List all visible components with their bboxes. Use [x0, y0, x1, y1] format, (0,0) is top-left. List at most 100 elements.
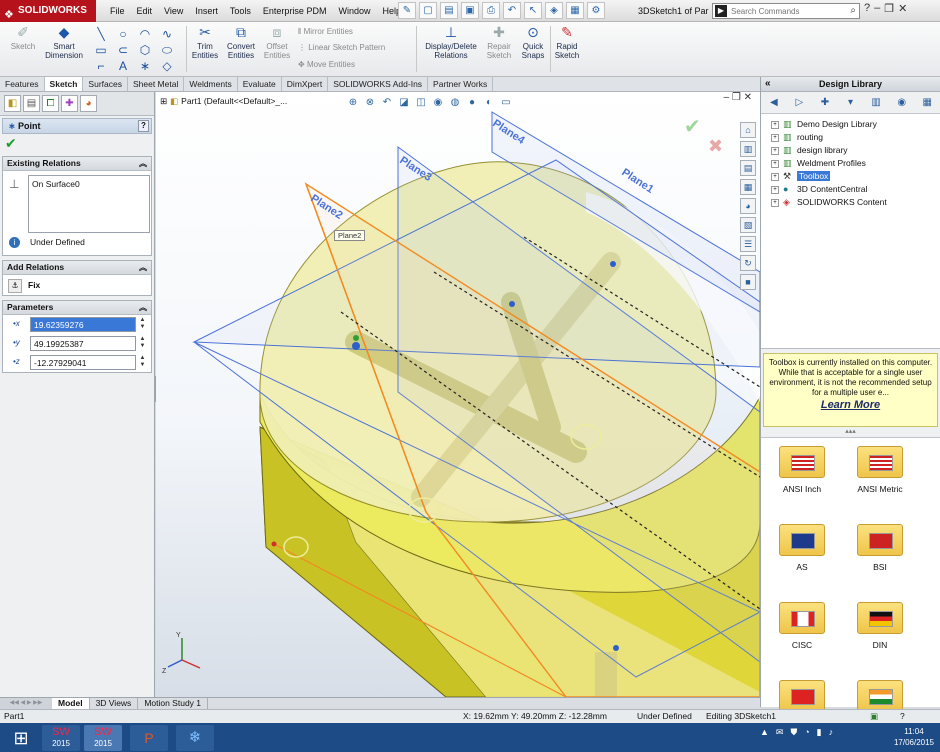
tray-battery-icon[interactable]: ▮: [817, 727, 822, 738]
library-splitter[interactable]: ▴▴▴: [761, 427, 940, 437]
tab-dimxpert[interactable]: DimXpert: [282, 77, 329, 91]
smart-dimension-button[interactable]: ◆ Smart Dimension: [42, 24, 86, 60]
rebuild-icon[interactable]: ◈: [545, 2, 563, 19]
undo-icon[interactable]: ↶: [503, 2, 521, 19]
folder-ansi-metric[interactable]: ANSI Metric: [841, 446, 919, 494]
tab-motion-study-1[interactable]: Motion Study 1: [138, 698, 209, 709]
help-icon[interactable]: ?: [864, 2, 870, 15]
quick-snaps-button[interactable]: ⊙ Quick Snaps: [516, 24, 550, 60]
tab-3d-views[interactable]: 3D Views: [90, 698, 139, 709]
circle-icon[interactable]: ○: [112, 26, 134, 42]
y-coordinate-input[interactable]: [30, 336, 136, 351]
repair-sketch-button[interactable]: ✚ Repair Sketch: [482, 24, 516, 60]
fillet-icon[interactable]: ⌐: [90, 58, 112, 74]
tab-weldments[interactable]: Weldments: [184, 77, 238, 91]
open-icon[interactable]: ▤: [440, 2, 458, 19]
move-entities-button[interactable]: ✥ Move Entities: [298, 60, 355, 69]
tab-partner-works[interactable]: Partner Works: [428, 77, 494, 91]
tree-item[interactable]: + ● 3D ContentCentral: [761, 183, 940, 196]
print-icon[interactable]: ⎙: [482, 2, 500, 19]
tree-item[interactable]: + ▥ Demo Design Library: [761, 118, 940, 131]
configuration-manager-icon[interactable]: ⧠: [42, 95, 59, 112]
back-icon[interactable]: ◀: [767, 95, 781, 110]
tree-item[interactable]: + ▥ routing: [761, 131, 940, 144]
learn-more-link[interactable]: Learn More: [767, 400, 934, 411]
collapse-pane-icon[interactable]: «: [765, 77, 771, 91]
taskbar-clock[interactable]: 11:04 17/06/2015: [894, 726, 934, 748]
view-palette-icon[interactable]: ▦: [740, 179, 756, 195]
refresh-icon[interactable]: ▦: [920, 95, 934, 110]
taskbar-solidworks-2[interactable]: SW 2015: [84, 725, 122, 751]
menu-view[interactable]: View: [158, 0, 189, 22]
create-new-folder-icon[interactable]: ◉: [895, 95, 909, 110]
search-input[interactable]: [731, 5, 841, 17]
line-icon[interactable]: ╲: [90, 26, 112, 42]
text-icon[interactable]: A: [112, 58, 134, 74]
tray-wifi-icon[interactable]: ◔: [804, 727, 809, 738]
tray-mail-icon[interactable]: ✉: [776, 727, 784, 738]
expand-icon[interactable]: +: [771, 173, 779, 181]
rebuild-status-icon[interactable]: ▣: [870, 710, 878, 723]
point-icon[interactable]: ∗: [134, 58, 156, 74]
search-commands[interactable]: ▶ ⌕: [712, 3, 860, 19]
custom-properties-icon[interactable]: ▧: [740, 217, 756, 233]
spinner-icon[interactable]: ▲ ▼: [138, 355, 147, 370]
confirm-cancel-icon[interactable]: ✖: [708, 136, 723, 157]
menu-file[interactable]: File: [104, 0, 131, 22]
minimize-icon[interactable]: ‒: [724, 92, 730, 103]
search-icon[interactable]: ⌕: [850, 5, 856, 16]
section-view-icon[interactable]: ◪: [397, 96, 411, 110]
collapse-icon[interactable]: ︽: [139, 261, 147, 274]
zoom-to-fit-icon[interactable]: ⊕: [346, 96, 360, 110]
plane-icon[interactable]: ◇: [156, 58, 178, 74]
polygon-icon[interactable]: ⬡: [134, 42, 156, 58]
menu-edit[interactable]: Edit: [131, 0, 159, 22]
forum-icon[interactable]: ☰: [740, 236, 756, 252]
property-manager-icon[interactable]: ▤: [23, 95, 40, 112]
slot-icon[interactable]: ⊂: [112, 42, 134, 58]
display-manager-icon[interactable]: ◕: [80, 95, 97, 112]
relations-list[interactable]: On Surface0: [28, 175, 150, 233]
taskbar-solidworks-1[interactable]: SW 2015: [42, 725, 80, 751]
solidworks-logo[interactable]: ❖ SOLIDWORKS: [0, 0, 96, 22]
sketch-button[interactable]: ✐ Sketch: [6, 24, 40, 51]
spinner-icon[interactable]: ▲ ▼: [138, 317, 147, 332]
options-icon[interactable]: ⚙: [587, 2, 605, 19]
feature-manager-icon[interactable]: ◧: [4, 95, 21, 112]
dimxpert-manager-icon[interactable]: ✚: [61, 95, 78, 112]
folder-cisc[interactable]: CISC: [763, 602, 841, 650]
spinner-icon[interactable]: ▲ ▼: [138, 336, 147, 351]
tab-features[interactable]: Features: [0, 77, 45, 91]
plastics-icon[interactable]: ■: [740, 274, 756, 290]
linear-sketch-pattern-button[interactable]: ⋮ Linear Sketch Pattern: [298, 43, 385, 52]
solidworks-resources-icon[interactable]: ⌂: [740, 122, 756, 138]
tab-sheet-metal[interactable]: Sheet Metal: [128, 77, 185, 91]
new-document-icon[interactable]: ▢: [419, 2, 437, 19]
x-coordinate-input[interactable]: [30, 317, 136, 332]
fix-relation-button[interactable]: ⚓ Fix: [3, 275, 151, 295]
tab-scroll-arrows[interactable]: ◀◀ ◀ ▶ ▶▶: [0, 698, 52, 709]
status-help-icon[interactable]: ?: [900, 710, 905, 723]
minimize-icon[interactable]: –: [874, 2, 880, 15]
add-file-location-icon[interactable]: ▥: [869, 95, 883, 110]
trim-entities-button[interactable]: ✂ Trim Entities: [188, 24, 222, 60]
ellipse-icon[interactable]: ⬭: [156, 42, 178, 58]
menu-enterprise-pdm[interactable]: Enterprise PDM: [257, 0, 333, 22]
tray-network-icon[interactable]: ▲: [760, 727, 769, 738]
refresh-icon[interactable]: ↻: [740, 255, 756, 271]
pin-icon[interactable]: ✎: [398, 2, 416, 19]
add-to-library-icon[interactable]: ✚: [818, 95, 832, 110]
tab-model[interactable]: Model: [52, 698, 90, 709]
file-properties-icon[interactable]: ▦: [566, 2, 584, 19]
expand-icon[interactable]: ⊞: [160, 96, 167, 106]
z-coordinate-input[interactable]: [30, 355, 136, 370]
add-relations-header[interactable]: Add Relations ︽: [3, 261, 151, 275]
tab-solidworks-add-ins[interactable]: SOLIDWORKS Add-Ins: [328, 77, 429, 91]
tab-evaluate[interactable]: Evaluate: [238, 77, 282, 91]
expand-icon[interactable]: +: [771, 160, 779, 168]
model-canvas[interactable]: Plane2 Plane3 Plane4 Plane1 Y Z: [156, 92, 760, 697]
file-explorer-icon[interactable]: ▤: [740, 160, 756, 176]
parameters-header[interactable]: Parameters ︽: [3, 301, 151, 315]
display-style-icon[interactable]: ◉: [431, 96, 445, 110]
restore-icon[interactable]: ❐: [884, 2, 894, 15]
